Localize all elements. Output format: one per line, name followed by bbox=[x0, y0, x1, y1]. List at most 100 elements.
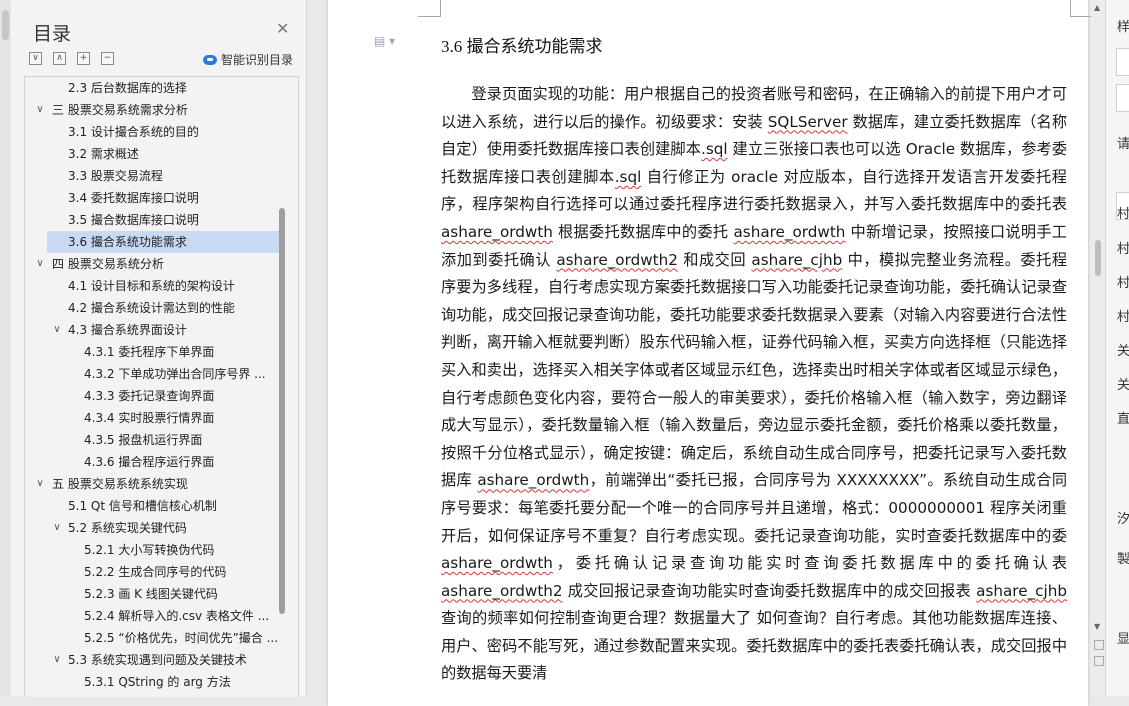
chevron-down-icon[interactable]: ∨ bbox=[35, 473, 45, 495]
spellcheck-underlined-term: .sql bbox=[701, 140, 728, 159]
toc-item[interactable]: 3.1 设计撮合系统的目的 bbox=[25, 121, 279, 143]
spellcheck-underlined-term: ashare_ordwth bbox=[441, 222, 553, 241]
toc-item[interactable]: 3.4 委托数据库接口说明 bbox=[25, 187, 279, 209]
style-pane-label[interactable]: 村 bbox=[1117, 238, 1129, 257]
toc-item[interactable]: ∨ 三 股票交易系统需求分析 bbox=[25, 99, 279, 121]
toc-item[interactable]: ∨ 五 股票交易系统系统实现 bbox=[25, 473, 279, 495]
style-pane-label[interactable]: 显 bbox=[1117, 628, 1129, 647]
scroll-up-icon[interactable]: ▲ bbox=[1094, 3, 1100, 12]
toc-item-label: 5.2.4 解析导入的.csv 表格文件 ... bbox=[84, 609, 270, 623]
style-input-box[interactable] bbox=[1116, 84, 1129, 112]
toc-item[interactable]: 3.2 需求概述 bbox=[25, 143, 279, 165]
collapse-all-icon[interactable]: ∨ bbox=[29, 52, 42, 65]
style-pane-label[interactable]: 汐 bbox=[1117, 508, 1129, 527]
style-pane-label[interactable]: 样 bbox=[1117, 16, 1129, 35]
style-pane-label[interactable]: 製 bbox=[1117, 548, 1129, 567]
toc-list-scroll-thumb[interactable] bbox=[279, 208, 285, 614]
style-pane-label[interactable]: 关 bbox=[1117, 374, 1129, 393]
smart-toc-label: 智能识别目录 bbox=[221, 53, 294, 67]
toc-item[interactable]: ∨ 5.2 系统实现关键代码 bbox=[25, 517, 279, 539]
prev-page-icon[interactable] bbox=[1094, 640, 1104, 650]
text-run: 中，模拟完整业务流程。委托程序要为多线程，自行考虑实现方案委托数据接口写入功能委… bbox=[441, 250, 1068, 490]
chevron-down-icon[interactable]: ∨ bbox=[52, 517, 62, 539]
toc-item[interactable]: 3.5 撮合数据库接口说明 bbox=[25, 209, 279, 231]
toc-item-label: 3.4 委托数据库接口说明 bbox=[68, 191, 199, 205]
toc-item[interactable]: 3.6 撮合系统功能需求 bbox=[47, 231, 279, 253]
toc-item-label: 5.1 Qt 信号和槽信核心机制 bbox=[68, 499, 217, 513]
text-run: 成交回报记录查询功能实时查询委托数据库中的成交回报表 bbox=[562, 581, 977, 600]
document-scrollbar[interactable]: ▲ ▼ bbox=[1091, 0, 1105, 696]
add-heading-icon[interactable]: + bbox=[77, 52, 90, 65]
style-pane: 样请村村村村关关直汐製显 bbox=[1105, 0, 1129, 696]
toc-item-label: 3.5 撮合数据库接口说明 bbox=[68, 213, 199, 227]
toc-item-label: 3.6 撮合系统功能需求 bbox=[68, 235, 187, 249]
toc-item[interactable]: ∨ 四 股票交易系统分析 bbox=[25, 253, 279, 275]
toc-pane-scrollbar[interactable] bbox=[0, 0, 11, 696]
toc-item[interactable]: 4.3.2 下单成功弹出合同序号界 ... bbox=[25, 363, 279, 385]
toc-item-label: 5.2 系统实现关键代码 bbox=[68, 521, 187, 535]
toc-item-label: 3.1 设计撮合系统的目的 bbox=[68, 125, 199, 139]
toc-item-label: 5.2.1 大小写转换伪代码 bbox=[84, 543, 215, 557]
toc-item[interactable]: 5.3.1 QString 的 arg 方法 bbox=[25, 671, 279, 693]
text-run: 根据委托数据库中的委托 bbox=[552, 222, 734, 241]
toc-item-label: 5.2.5 “价格优先，时间优先”撮合 ... bbox=[84, 631, 279, 645]
style-pane-label[interactable]: 村 bbox=[1117, 306, 1129, 325]
toc-item-label: 4.3.5 报盘机运行界面 bbox=[84, 433, 203, 447]
crop-mark-top-right bbox=[1070, 0, 1093, 17]
scroll-down-icon[interactable]: ▼ bbox=[1094, 622, 1100, 631]
style-pane-label[interactable]: 村 bbox=[1117, 272, 1129, 291]
toc-item[interactable]: 5.2.2 生成合同序号的代码 bbox=[25, 561, 279, 583]
close-icon[interactable]: ✕ bbox=[276, 21, 289, 37]
document-scroll-thumb[interactable] bbox=[1095, 240, 1101, 276]
remove-heading-icon[interactable]: − bbox=[101, 52, 114, 65]
toc-item[interactable]: 5.2.5 “价格优先，时间优先”撮合 ... bbox=[25, 627, 279, 649]
cloud-icon bbox=[203, 54, 217, 65]
toc-item-label: 5.2.2 生成合同序号的代码 bbox=[84, 565, 227, 579]
body-paragraph: 登录页面实现的功能：用户根据自己的投资者账号和密码，在正确输入的前提下用户才可以… bbox=[441, 81, 1067, 688]
toc-pane-scroll-thumb[interactable] bbox=[2, 10, 9, 40]
toc-pane: 目录 ✕ ∨ ∧ + − 智能识别目录 2.3 后台数据库的选择 ∨ 三 股票交易系… bbox=[0, 0, 307, 697]
toc-item[interactable]: 4.1 设计目标和系统的架构设计 bbox=[25, 275, 279, 297]
style-pane-label[interactable]: 请 bbox=[1117, 133, 1129, 152]
smart-toc-button[interactable]: 智能识别目录 bbox=[203, 51, 293, 68]
toc-item[interactable]: 4.3.4 实时股票行情界面 bbox=[25, 407, 279, 429]
toc-item[interactable]: 5.2.3 画 K 线图关键代码 bbox=[25, 583, 279, 605]
chevron-down-icon[interactable]: ∨ bbox=[35, 99, 45, 121]
toc-item[interactable]: 4.2 撮合系统设计需达到的性能 bbox=[25, 297, 279, 319]
toc-item[interactable]: 5.1 Qt 信号和槽信核心机制 bbox=[25, 495, 279, 517]
toc-item[interactable]: 4.3.1 委托程序下单界面 bbox=[25, 341, 279, 363]
next-page-icon[interactable] bbox=[1094, 656, 1104, 666]
style-pane-label[interactable]: 直 bbox=[1117, 408, 1129, 427]
toc-item[interactable]: 4.3.5 报盘机运行界面 bbox=[25, 429, 279, 451]
toc-item-label: 4.3.4 实时股票行情界面 bbox=[84, 411, 215, 425]
text-run: ，委托确认记录查询功能实时查询委托数据库中的委托确认表 bbox=[552, 554, 1067, 573]
chevron-down-icon[interactable]: ∨ bbox=[35, 253, 45, 275]
toc-item[interactable]: 5.2.1 大小写转换伪代码 bbox=[25, 539, 279, 561]
toc-title: 目录 bbox=[33, 23, 72, 45]
text-run: 查询的频率如何控制查询更合理？数据量大了 如何查询？自行考虑。其他功能数据库连接… bbox=[441, 609, 1067, 683]
toc-item[interactable]: ∨ 5.3 系统实现遇到问题及关键技术 bbox=[25, 649, 279, 671]
toc-item[interactable]: ∨ 4.3 撮合系统界面设计 bbox=[25, 319, 279, 341]
toc-list: 2.3 后台数据库的选择 ∨ 三 股票交易系统需求分析 3.1 设计撮合系统的目的 3.… bbox=[24, 76, 299, 697]
spellcheck-underlined-term: ashare_ordwth bbox=[477, 471, 590, 490]
toc-item[interactable]: 2.3 后台数据库的选择 bbox=[25, 77, 279, 99]
expand-up-icon[interactable]: ∧ bbox=[53, 52, 66, 65]
style-pane-label[interactable]: 村 bbox=[1117, 203, 1129, 222]
toc-item[interactable]: 4.3.6 撮合程序运行界面 bbox=[25, 451, 279, 473]
toc-item-label: 3.3 股票交易流程 bbox=[68, 169, 163, 183]
crop-mark-top-left bbox=[418, 0, 441, 17]
toc-item-label: 5.3 系统实现遇到问题及关键技术 bbox=[68, 653, 247, 667]
toc-item-label: 四 股票交易系统分析 bbox=[52, 257, 164, 271]
toc-item-label: 5.2.3 画 K 线图关键代码 bbox=[84, 587, 218, 601]
chevron-down-icon[interactable]: ∨ bbox=[52, 319, 62, 341]
paragraph-menu-icon[interactable]: ▤ ▾ bbox=[374, 34, 395, 48]
chevron-down-icon[interactable]: ∨ bbox=[52, 649, 62, 671]
toc-item[interactable]: 4.3.3 委托记录查询界面 bbox=[25, 385, 279, 407]
toc-item[interactable]: 3.3 股票交易流程 bbox=[25, 165, 279, 187]
style-pane-label[interactable]: 关 bbox=[1117, 340, 1129, 359]
toc-item[interactable]: 5.2.4 解析导入的.csv 表格文件 ... bbox=[25, 605, 279, 627]
toc-item-label: 4.2 撮合系统设计需达到的性能 bbox=[68, 301, 235, 315]
document-page[interactable]: ▤ ▾ 3.6 撮合系统功能需求 登录页面实现的功能：用户根据自己的投资者账号和… bbox=[328, 0, 1093, 706]
style-input-box[interactable] bbox=[1116, 48, 1129, 76]
toc-item-label: 五 股票交易系统系统实现 bbox=[52, 477, 188, 491]
